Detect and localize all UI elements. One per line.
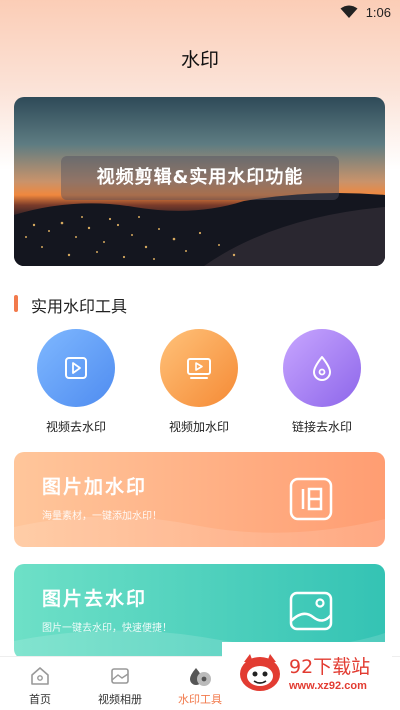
section-accent-bar — [14, 295, 18, 312]
status-time: 1:06 — [365, 5, 391, 20]
home-icon — [31, 667, 49, 685]
play-square-icon — [65, 357, 87, 379]
card-subtitle: 图片一键去水印，快速便捷！ — [42, 623, 172, 634]
video-frame-icon — [187, 358, 211, 379]
card-title: 图片加水印 — [42, 476, 148, 498]
status-bar: 1:06 — [0, 0, 400, 26]
card-subtitle: 海量素材，一键添加水印！ — [42, 511, 162, 522]
tool-circle — [160, 329, 238, 407]
tool-video-add-watermark[interactable]: 视频加水印 — [149, 329, 249, 439]
card-image-add-watermark[interactable]: 图片加水印 海量素材，一键添加水印！ — [14, 452, 385, 547]
tool-label: 视频去水印 — [45, 420, 106, 434]
watermark-brand-url: www.xz92.com — [289, 680, 367, 692]
tab-home[interactable]: 首页 — [0, 665, 80, 707]
tool-label: 视频加水印 — [168, 420, 229, 434]
mascot-logo-icon — [240, 654, 280, 691]
tool-video-remove-watermark[interactable]: 视频去水印 — [26, 329, 126, 439]
watermark-brand-name: 92下载站 — [289, 656, 371, 678]
banner-caption: 视频剪辑&实用水印功能 — [61, 156, 339, 200]
banner[interactable]: 视频剪辑&实用水印功能 — [14, 97, 385, 266]
photo-album-icon — [111, 668, 129, 684]
wifi-icon — [340, 5, 358, 18]
tab-label: 首页 — [29, 693, 51, 706]
tool-label: 链接去水印 — [291, 420, 352, 434]
tab-label: 视频相册 — [98, 693, 142, 706]
stamp-icon — [289, 477, 333, 521]
page-title: 水印 — [180, 49, 219, 71]
water-drop-icon — [313, 356, 331, 381]
section-title: 实用水印工具 — [31, 297, 128, 316]
tool-circle — [283, 329, 361, 407]
tab-video-album[interactable]: 视频相册 — [80, 665, 160, 707]
site-watermark-logo: 92下载站 www.xz92.com — [222, 642, 392, 704]
card-title: 图片去水印 — [42, 588, 148, 610]
image-icon — [289, 591, 333, 631]
watermark-tool-icon — [190, 668, 211, 686]
tool-circle — [37, 329, 115, 407]
tool-link-remove-watermark[interactable]: 链接去水印 — [272, 329, 372, 439]
